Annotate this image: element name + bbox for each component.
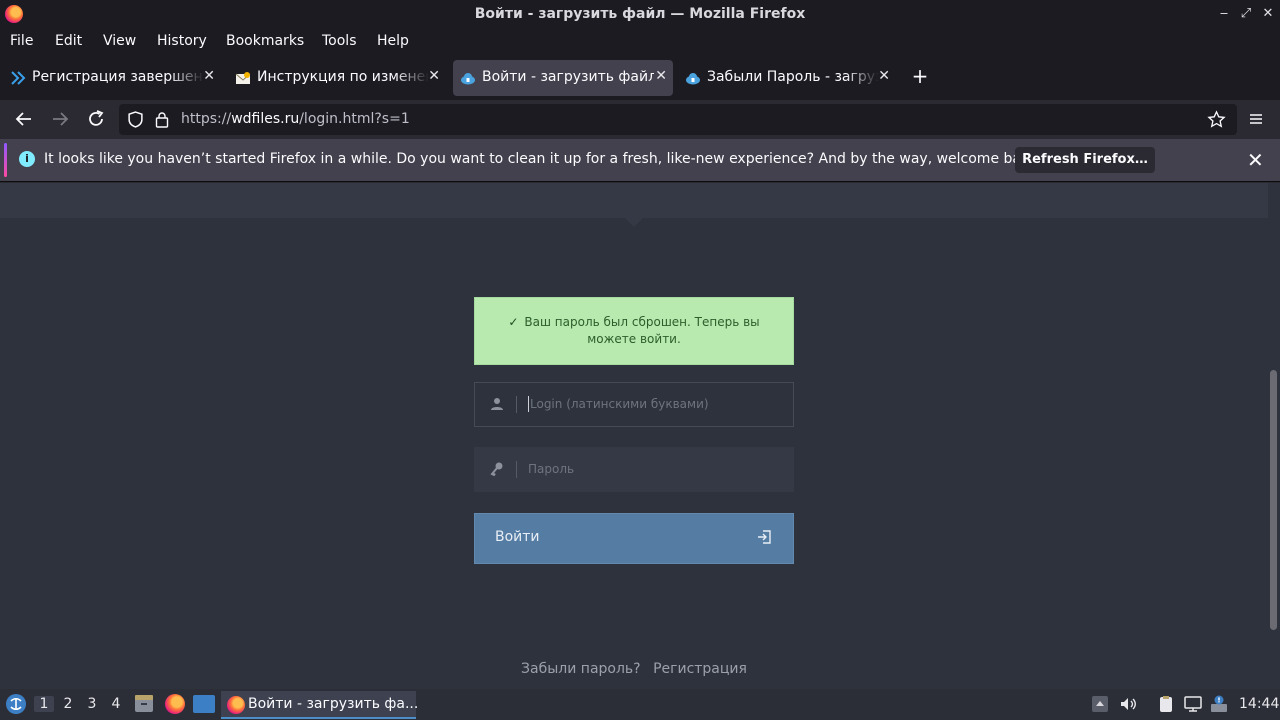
key-icon [490, 462, 503, 477]
tab-label: Регистрация завершена [32, 69, 204, 85]
firefox-launcher-icon[interactable] [165, 694, 185, 714]
cloud-icon [461, 73, 475, 85]
tab-forgot-password[interactable]: Забыли Пароль - загрузить ✕ [678, 60, 896, 96]
notification-message: It looks like you haven’t started Firefo… [44, 151, 1043, 167]
workspace-4[interactable]: 4 [106, 696, 126, 712]
login-placeholder: Login (латинскими буквами) [530, 397, 709, 411]
workspace-1[interactable]: 1 [34, 696, 54, 712]
back-arrow-icon[interactable] [12, 107, 36, 131]
login-button-label: Войти [495, 529, 540, 545]
tab-close-button[interactable]: ✕ [655, 68, 667, 84]
refresh-firefox-button[interactable]: Refresh Firefox… [1015, 147, 1155, 173]
tray-arrow-icon[interactable] [1091, 695, 1109, 713]
envelope-icon [235, 72, 251, 84]
workspace-2[interactable]: 2 [58, 696, 78, 712]
success-alert: ✓ Ваш пароль был сброшен. Теперь вы может… [474, 297, 794, 365]
login-field[interactable]: Login (латинскими буквами) [474, 382, 794, 427]
page-content: ✓ Ваш пароль был сброшен. Теперь вы может… [0, 183, 1268, 689]
user-icon [491, 398, 503, 410]
site-header [0, 183, 1268, 218]
page-scrollbar[interactable] [1268, 183, 1280, 689]
new-tab-button[interactable]: + [910, 64, 930, 88]
clipboard-icon[interactable] [1157, 695, 1175, 713]
register-link[interactable]: Регистрация [653, 661, 747, 677]
sign-in-icon [758, 530, 771, 544]
cloud-icon [686, 73, 700, 85]
close-notification-icon[interactable]: ✕ [1247, 148, 1264, 172]
menu-tools[interactable]: Tools [322, 33, 357, 49]
firefox-icon [227, 696, 245, 714]
menu-history[interactable]: History [157, 33, 207, 49]
url-text[interactable]: https://wdfiles.ru/login.html?s=1 [181, 111, 410, 127]
menu-view[interactable]: View [103, 33, 136, 49]
clock: 14:44 [1239, 696, 1280, 712]
network-icon[interactable] [1184, 695, 1202, 713]
tab-label: Забыли Пароль - загрузить [707, 69, 879, 85]
password-placeholder: Пароль [528, 462, 575, 476]
tab-registration-complete[interactable]: Регистрация завершена ✕ [3, 60, 221, 96]
notifications-icon[interactable] [1210, 695, 1228, 713]
tab-label: Войти - загрузить файл [482, 69, 654, 85]
forgot-password-link[interactable]: Забыли пароль? [521, 661, 641, 677]
maximize-button[interactable]: ⤢ [1238, 6, 1254, 21]
header-arrow [625, 218, 643, 227]
volume-icon[interactable] [1119, 695, 1137, 713]
tab-close-button[interactable]: ✕ [878, 68, 890, 84]
lock-icon[interactable] [154, 111, 170, 128]
tab-login-upload[interactable]: Войти - загрузить файл ✕ [453, 60, 673, 96]
bookmark-star-icon[interactable] [1207, 110, 1226, 129]
url-bar[interactable]: https://wdfiles.ru/login.html?s=1 [119, 104, 1237, 135]
show-desktop-icon[interactable] [193, 695, 215, 713]
bottom-links: Забыли пароль? Регистрация [0, 661, 1268, 677]
menu-bar: File Edit View History Bookmarks Tools H… [0, 29, 1280, 54]
menu-help[interactable]: Help [377, 33, 409, 49]
alert-text: Ваш пароль был сброшен. Теперь вы можете… [524, 315, 760, 346]
notification-accent [4, 143, 7, 177]
forward-arrow-icon[interactable] [48, 107, 72, 131]
navigation-toolbar: https://wdfiles.ru/login.html?s=1 [0, 100, 1280, 139]
login-button[interactable]: Войти [474, 513, 794, 564]
task-label: Войти - загрузить фа... [248, 696, 419, 712]
tab-close-button[interactable]: ✕ [203, 68, 215, 84]
field-separator [516, 396, 517, 413]
text-caret [528, 396, 529, 412]
workspace-3[interactable]: 3 [82, 696, 102, 712]
field-separator [516, 461, 517, 478]
minimize-button[interactable]: ‒ [1216, 6, 1232, 21]
taskbar: 1 2 3 4 Войти - загрузить фа... 14:44 [0, 689, 1280, 720]
notification-bar: i It looks like you haven’t started Fire… [0, 139, 1280, 182]
taskbar-window-firefox[interactable]: Войти - загрузить фа... [221, 691, 419, 719]
start-menu-icon[interactable] [5, 693, 27, 715]
info-icon: i [19, 151, 35, 167]
hamburger-menu-icon[interactable] [1244, 107, 1268, 131]
chevrons-icon [11, 71, 26, 85]
tab-bar: Регистрация завершена ✕ Инструкция по из… [0, 54, 1280, 100]
scrollbar-thumb[interactable] [1270, 370, 1277, 630]
tab-label: Инструкция по изменению [257, 69, 429, 85]
window-titlebar: Войти - загрузить файл — Mozilla Firefox… [0, 0, 1280, 29]
tab-close-button[interactable]: ✕ [428, 68, 440, 84]
tab-instructions[interactable]: Инструкция по изменению ✕ [228, 60, 446, 96]
menu-bookmarks[interactable]: Bookmarks [226, 33, 304, 49]
menu-edit[interactable]: Edit [55, 33, 82, 49]
close-window-button[interactable]: ✕ [1260, 6, 1276, 21]
shield-icon[interactable] [127, 111, 144, 128]
reload-icon[interactable] [84, 107, 108, 131]
password-field[interactable]: Пароль [474, 447, 794, 492]
window-title: Войти - загрузить файл — Mozilla Firefox [474, 6, 806, 22]
check-icon: ✓ [508, 315, 519, 329]
file-manager-icon[interactable] [134, 694, 154, 714]
menu-file[interactable]: File [10, 33, 33, 49]
